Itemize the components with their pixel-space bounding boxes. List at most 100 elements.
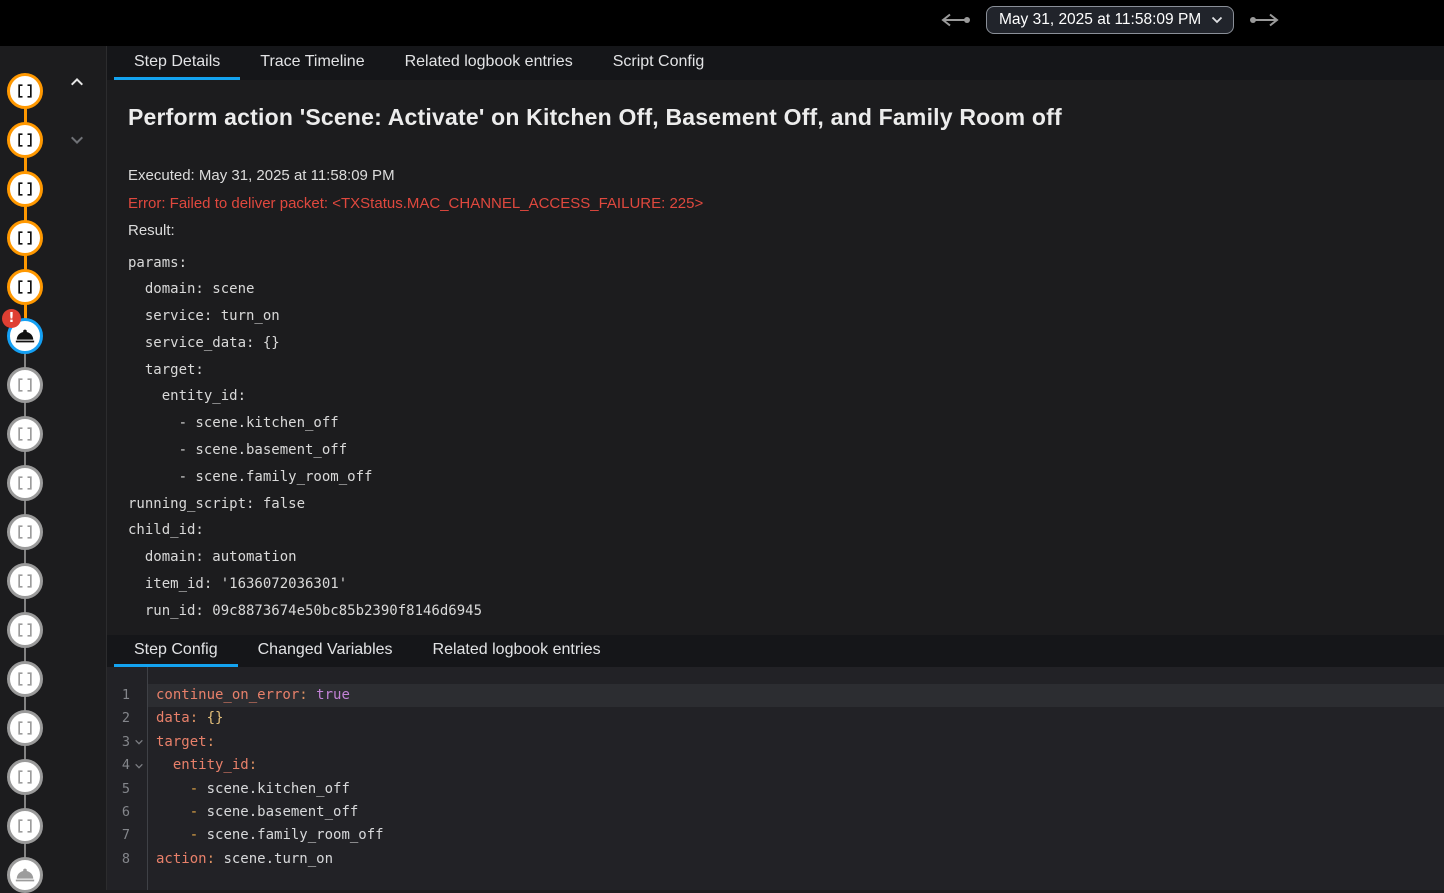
code-brackets-icon <box>15 718 35 738</box>
error-badge: ! <box>2 309 21 328</box>
tab-related-logbook-entries[interactable]: Related logbook entries <box>385 46 593 80</box>
gutter: 1 <box>107 684 147 707</box>
code-brackets-icon <box>15 669 35 689</box>
yaml-line: running_script: false <box>128 491 1444 518</box>
code-brackets-icon <box>15 277 35 297</box>
timeline-node-code-brackets[interactable] <box>7 661 43 697</box>
subtab-related-logbook-entries[interactable]: Related logbook entries <box>413 635 621 667</box>
subtab-step-config[interactable]: Step Config <box>114 635 238 667</box>
yaml-line: service: turn_on <box>128 303 1444 330</box>
gutter: 7 <box>107 824 147 847</box>
step-title: Perform action 'Scene: Activate' on Kitc… <box>128 104 1444 131</box>
code-line[interactable]: 8 action: scene.turn_on <box>107 848 1444 871</box>
ray-arrow-right-icon <box>1248 12 1282 28</box>
next-step-button[interactable] <box>65 128 89 152</box>
yaml-line: domain: scene <box>128 276 1444 303</box>
code-line[interactable]: 4 entity_id: <box>107 754 1444 777</box>
top-bar: May 31, 2025 at 11:58:09 PM <box>0 0 1444 46</box>
code-text: continue_on_error: true <box>147 684 1444 707</box>
code-text: target: <box>147 731 1444 754</box>
code-text: - scene.family_room_off <box>147 824 1444 847</box>
timeline-node-room-service[interactable] <box>7 857 43 893</box>
code-text: entity_id: <box>147 754 1444 777</box>
tab-script-config[interactable]: Script Config <box>593 46 725 80</box>
code-brackets-icon <box>15 620 35 640</box>
yaml-code-editor[interactable]: 1 continue_on_error: true2data: {}3 target… <box>107 667 1444 890</box>
run-date-value: May 31, 2025 at 11:58:09 PM <box>999 11 1201 29</box>
gutter: 4 <box>107 754 147 777</box>
line-number: 5 <box>107 778 130 801</box>
code-line[interactable]: 2data: {} <box>107 707 1444 730</box>
yaml-line: service_data: {} <box>128 330 1444 357</box>
ray-arrow-left-icon <box>938 12 972 28</box>
subtab-changed-variables[interactable]: Changed Variables <box>238 635 413 667</box>
tab-step-details[interactable]: Step Details <box>114 46 240 80</box>
timeline-node-code-brackets[interactable] <box>7 808 43 844</box>
yaml-line: child_id: <box>128 517 1444 544</box>
code-brackets-icon <box>15 424 35 444</box>
code-brackets-icon <box>15 473 35 493</box>
code-line[interactable]: 5 - scene.kitchen_off <box>107 778 1444 801</box>
tab-trace-timeline[interactable]: Trace Timeline <box>240 46 384 80</box>
yaml-line: target: <box>128 357 1444 384</box>
code-brackets-icon <box>15 81 35 101</box>
gutter: 8 <box>107 848 147 871</box>
line-number: 8 <box>107 848 130 871</box>
code-text: - scene.basement_off <box>147 801 1444 824</box>
timeline-node-code-brackets[interactable] <box>7 367 43 403</box>
timeline-node-code-brackets[interactable] <box>7 514 43 550</box>
line-number: 1 <box>107 684 130 707</box>
fold-toggle-icon[interactable] <box>130 731 147 754</box>
fold-spacer <box>130 848 147 871</box>
previous-run-button[interactable] <box>936 10 974 30</box>
fold-spacer <box>130 824 147 847</box>
timeline-node-code-brackets[interactable] <box>7 612 43 648</box>
timeline-node-code-brackets[interactable] <box>7 710 43 746</box>
timeline-node-code-brackets[interactable] <box>7 759 43 795</box>
run-date-select[interactable]: May 31, 2025 at 11:58:09 PM <box>986 6 1234 34</box>
code-line[interactable]: 7 - scene.family_room_off <box>107 824 1444 847</box>
result-yaml-block: params: domain: scene service: turn_on s… <box>128 250 1444 625</box>
code-text: action: scene.turn_on <box>147 848 1444 871</box>
timeline-node-code-brackets[interactable] <box>7 269 43 305</box>
line-number: 3 <box>107 731 130 754</box>
run-navigation: May 31, 2025 at 11:58:09 PM <box>936 6 1284 34</box>
code-line[interactable]: 1 continue_on_error: true <box>107 684 1444 707</box>
trace-path-sidebar: ! <box>0 46 107 890</box>
chevron-up-icon <box>65 82 89 97</box>
chevron-down-icon <box>65 140 89 155</box>
code-brackets-icon <box>15 816 35 836</box>
previous-step-button[interactable] <box>65 70 89 94</box>
timeline-node-code-brackets[interactable] <box>7 220 43 256</box>
yaml-line: params: <box>128 250 1444 277</box>
code-brackets-icon <box>15 375 35 395</box>
next-run-button[interactable] <box>1246 10 1284 30</box>
code-line[interactable]: 6 - scene.basement_off <box>107 801 1444 824</box>
executed-timestamp: Executed: May 31, 2025 at 11:58:09 PM <box>128 162 1444 190</box>
yaml-line: - scene.family_room_off <box>128 464 1444 491</box>
timeline-node-code-brackets[interactable] <box>7 416 43 452</box>
code-brackets-icon <box>15 522 35 542</box>
result-label: Result: <box>128 217 1444 245</box>
trace-tab-bar: Step DetailsTrace TimelineRelated logboo… <box>107 46 1444 80</box>
fold-spacer <box>130 801 147 824</box>
room-service-icon <box>14 325 36 347</box>
yaml-line: entity_id: <box>128 383 1444 410</box>
yaml-line: domain: automation <box>128 544 1444 571</box>
fold-toggle-icon[interactable] <box>130 754 147 777</box>
code-line[interactable]: 3 target: <box>107 731 1444 754</box>
line-number: 2 <box>107 707 130 730</box>
timeline-node-code-brackets[interactable] <box>7 465 43 501</box>
line-number: 7 <box>107 824 130 847</box>
timeline-node-code-brackets[interactable] <box>7 563 43 599</box>
code-brackets-icon <box>15 179 35 199</box>
gutter: 2 <box>107 707 147 730</box>
timeline-node-code-brackets[interactable] <box>7 122 43 158</box>
step-details-panel: Perform action 'Scene: Activate' on Kitc… <box>107 80 1444 635</box>
timeline-node-code-brackets[interactable] <box>7 73 43 109</box>
gutter: 3 <box>107 731 147 754</box>
code-brackets-icon <box>15 571 35 591</box>
yaml-line: run_id: 09c8873674e50bc85b2390f8146d6945 <box>128 598 1444 625</box>
timeline-node-code-brackets[interactable] <box>7 171 43 207</box>
code-brackets-icon <box>15 767 35 787</box>
